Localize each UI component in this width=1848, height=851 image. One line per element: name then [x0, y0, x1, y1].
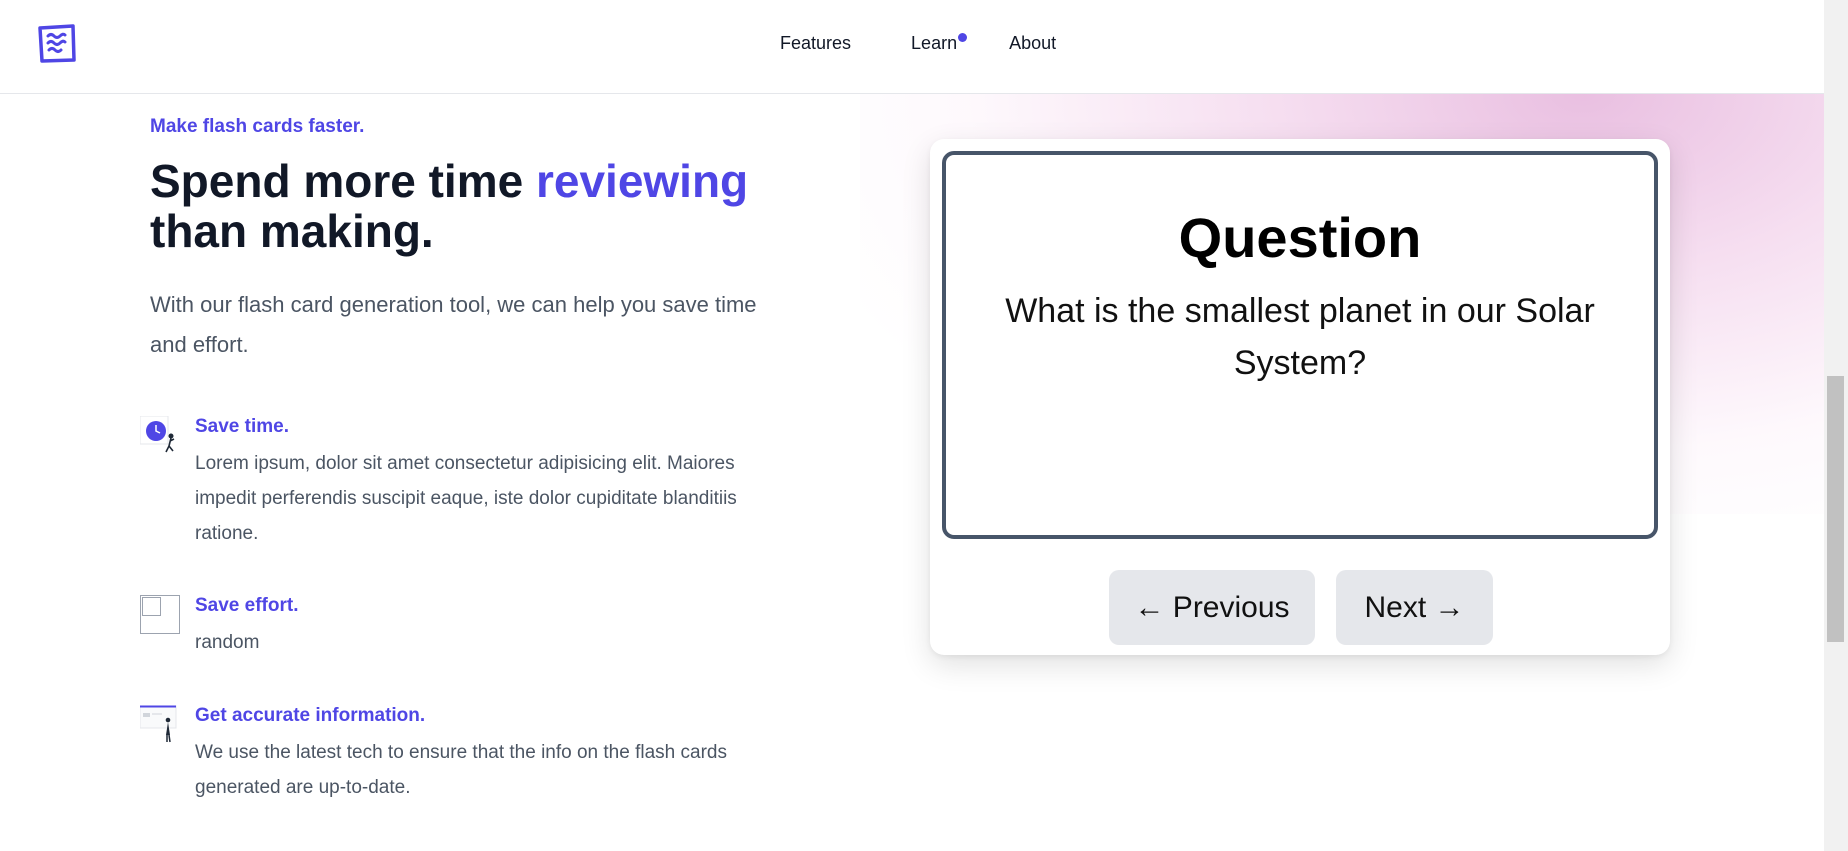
hero-subtext: With our flash card generation tool, we …: [150, 292, 757, 357]
next-button[interactable]: Next →: [1336, 570, 1493, 645]
flashcard-heading: Question: [1178, 206, 1422, 269]
feature-description: random: [195, 632, 260, 653]
wave-square-logo-icon[interactable]: [36, 23, 78, 65]
headline-part1: Spend more time: [150, 155, 536, 207]
nav-link-learn[interactable]: Learn: [911, 33, 968, 54]
feature-description: Lorem ipsum, dolor sit amet consectetur …: [195, 453, 737, 544]
hero-eyebrow: Make flash cards faster.: [150, 116, 365, 137]
main-nav: Features Learn About: [780, 33, 1056, 54]
feature-item: Get accurate information. We use the lat…: [139, 705, 800, 805]
broken-image-icon: [140, 595, 180, 635]
nav-link-features[interactable]: Features: [780, 33, 851, 54]
clock-person-illustration-icon: [139, 415, 180, 456]
feature-item: Save effort. random: [140, 595, 800, 665]
flashcard-panel: Question What is the smallest planet in …: [930, 139, 1670, 655]
flashcard-question: What is the smallest planet in our Solar…: [1005, 292, 1595, 382]
headline-accent: reviewing: [535, 155, 749, 207]
person-board-illustration-icon: [139, 705, 180, 745]
top-navbar: Features Learn About: [0, 0, 1824, 94]
feature-title: Save time.: [195, 416, 289, 437]
flashcard[interactable]: Question What is the smallest planet in …: [942, 151, 1658, 539]
nav-link-learn-label: Learn: [911, 33, 958, 53]
nav-link-about[interactable]: About: [1009, 33, 1056, 54]
feature-item: Save time. Lorem ipsum, dolor sit amet c…: [139, 415, 800, 546]
notification-dot: [958, 33, 968, 42]
hero-headline: Spend more time reviewing than making.: [150, 156, 850, 256]
feature-title: Get accurate information.: [195, 705, 426, 726]
feature-title: Save effort.: [195, 595, 299, 616]
scrollbar-thumb[interactable]: [1827, 376, 1844, 642]
headline-part2: than making.: [150, 205, 434, 257]
feature-description: We use the latest tech to ensure that th…: [195, 742, 727, 798]
previous-button[interactable]: ← Previous: [1109, 570, 1315, 645]
